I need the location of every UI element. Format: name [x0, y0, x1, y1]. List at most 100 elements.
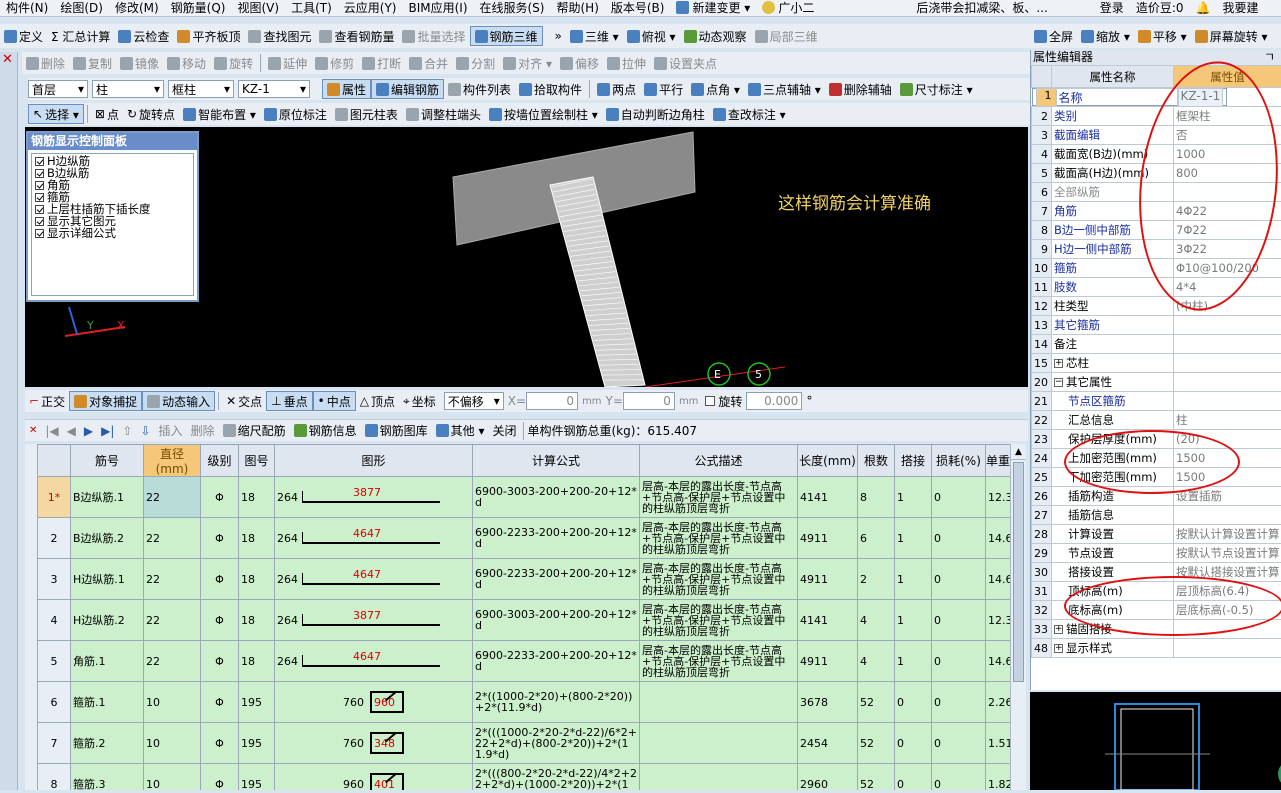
property-row[interactable]: 25下加密范围(mm)1500: [1032, 468, 1281, 487]
define-button[interactable]: 定义: [0, 26, 47, 46]
property-value[interactable]: 按默认搭接设置计算: [1174, 563, 1281, 582]
check-mark-button[interactable]: 查改标注 ▾: [709, 104, 790, 124]
cell-bar-no[interactable]: 箍筋.3: [71, 764, 144, 791]
align-button[interactable]: 对齐 ▾: [499, 53, 556, 73]
col-count[interactable]: 根数: [858, 445, 895, 477]
cell-unit-weight[interactable]: 2.269: [986, 682, 1011, 723]
object-snap-button[interactable]: 对象捕捉: [69, 391, 142, 411]
floor-select[interactable]: 首层▾: [28, 80, 88, 98]
cell-formula-desc[interactable]: 层高-本层的露出长度-节点高+节点高-保护层+节点设置中的柱纵筋顶层弯折: [640, 518, 798, 559]
rotate-point-button[interactable]: ↻旋转点: [123, 104, 179, 124]
view-rebar-qty-button[interactable]: 查看钢筋量: [315, 26, 398, 46]
property-value[interactable]: 层顶标高(6.4): [1174, 582, 1281, 601]
checkbox-detail-formula[interactable]: 显示详细公式: [35, 227, 190, 239]
property-value[interactable]: 4Φ22: [1174, 202, 1281, 221]
cell-bar-no[interactable]: B边纵筋.2: [71, 518, 144, 559]
component-list-button[interactable]: 构件列表: [444, 79, 515, 99]
cell-formula[interactable]: 2*(((800-2*20-2*d-22)/4*2+22+2*d)+(1000-…: [473, 764, 640, 791]
dynamic-orbit-button[interactable]: 动态观察: [680, 26, 751, 46]
delete-axis-button[interactable]: 删除辅轴: [825, 79, 896, 99]
cell-count[interactable]: 4: [858, 600, 895, 641]
cell-diameter[interactable]: 10: [144, 682, 201, 723]
property-row[interactable]: 14备注: [1032, 335, 1281, 354]
property-button[interactable]: 属性: [322, 79, 371, 99]
cell-bar-no[interactable]: 角筋.1: [71, 641, 144, 682]
property-row[interactable]: 8B边一侧中部筋7Φ22: [1032, 221, 1281, 240]
cell-figure-no[interactable]: 195: [239, 682, 275, 723]
property-value[interactable]: [1174, 620, 1281, 639]
cell-diameter[interactable]: 10: [144, 764, 201, 791]
cell-unit-weight[interactable]: 14.63: [986, 641, 1011, 682]
break-button[interactable]: 打断: [358, 53, 405, 73]
property-row[interactable]: 24上加密范围(mm)1500: [1032, 449, 1281, 468]
col-figure-no[interactable]: 图号: [239, 445, 275, 477]
parallel-button[interactable]: 平行: [640, 79, 687, 99]
property-value[interactable]: Φ10@100/200: [1174, 259, 1281, 278]
cell-figure-no[interactable]: 18: [239, 477, 275, 518]
cell-grade[interactable]: Φ: [201, 477, 239, 518]
table-row[interactable]: 7箍筋.210Φ1957603482*(((1000-2*20-2*d-22)/…: [38, 723, 1011, 764]
cell-loss[interactable]: 0: [932, 682, 986, 723]
rotate-input[interactable]: 0.000: [746, 392, 802, 410]
property-value[interactable]: 7Φ22: [1174, 221, 1281, 240]
cell-shape[interactable]: 2644647: [275, 559, 473, 600]
cell-formula[interactable]: 6900-2233-200+200-20+12*d: [473, 518, 640, 559]
property-value[interactable]: [1174, 639, 1281, 658]
cell-count[interactable]: 8: [858, 477, 895, 518]
expand-toggle-icon[interactable]: +: [1054, 359, 1063, 368]
cell-lap[interactable]: 1: [895, 518, 932, 559]
rotate-checkbox[interactable]: [705, 396, 715, 406]
smart-layout-button[interactable]: 智能布置 ▾: [179, 104, 260, 124]
cell-length[interactable]: 2960: [798, 764, 858, 791]
cell-length[interactable]: 3678: [798, 682, 858, 723]
cell-length[interactable]: 4911: [798, 641, 858, 682]
cell-unit-weight[interactable]: 1.826: [986, 764, 1011, 791]
table-row[interactable]: 4H边纵筋.222Φ1826438776900-3003-200+200-20+…: [38, 600, 1011, 641]
dimension-button[interactable]: 尺寸标注 ▾: [896, 79, 977, 99]
cell-bar-no[interactable]: 箍筋.2: [71, 723, 144, 764]
pan-button[interactable]: 平移 ▾: [1134, 26, 1191, 46]
col-grade[interactable]: 级别: [201, 445, 239, 477]
feedback-link[interactable]: 我要建: [1216, 0, 1264, 17]
bell-icon[interactable]: 🔔: [1190, 0, 1217, 17]
cell-grade[interactable]: Φ: [201, 600, 239, 641]
property-value[interactable]: [1174, 392, 1281, 411]
property-value[interactable]: 1500: [1174, 449, 1281, 468]
cell-grade[interactable]: Φ: [201, 764, 239, 791]
auto-corner-column-button[interactable]: 自动判断边角柱: [602, 104, 709, 124]
property-value[interactable]: 设置插筋: [1174, 487, 1281, 506]
cell-grade[interactable]: Φ: [201, 518, 239, 559]
cell-loss[interactable]: 0: [932, 559, 986, 600]
perpendicular-button[interactable]: ⊥垂点: [266, 391, 312, 411]
property-value[interactable]: [1174, 354, 1281, 373]
cell-shape[interactable]: 760348: [275, 723, 473, 764]
property-value[interactable]: 层底标高(-0.5): [1174, 601, 1281, 620]
property-value[interactable]: [1174, 183, 1281, 202]
stretch-button[interactable]: 拉伸: [603, 53, 650, 73]
property-value[interactable]: 1500: [1174, 468, 1281, 487]
cell-count[interactable]: 2: [858, 559, 895, 600]
scale-rebar-button[interactable]: 缩尺配筋: [219, 421, 290, 441]
property-row[interactable]: 20−其它属性: [1032, 373, 1281, 392]
more-tools-button[interactable]: »: [551, 26, 566, 46]
cell-loss[interactable]: 0: [932, 641, 986, 682]
property-row[interactable]: 11肢数4*4: [1032, 278, 1281, 297]
mirror-button[interactable]: 镜像: [116, 53, 163, 73]
expand-toggle-icon[interactable]: −: [1054, 378, 1063, 387]
property-row[interactable]: 26插筋构造设置插筋: [1032, 487, 1281, 506]
cloud-check-button[interactable]: 云检查: [114, 26, 173, 46]
property-row[interactable]: 22汇总信息柱: [1032, 411, 1281, 430]
property-row[interactable]: 21节点区箍筋: [1032, 392, 1281, 411]
cell-formula-desc[interactable]: 层高-本层的露出长度-节点高+节点高-保护层+节点设置中的柱纵筋顶层弯折: [640, 477, 798, 518]
scroll-up-arrow[interactable]: ▲: [1011, 444, 1026, 460]
cell-bar-no[interactable]: H边纵筋.1: [71, 559, 144, 600]
cell-length[interactable]: 4141: [798, 600, 858, 641]
rebar-3d-button[interactable]: 钢筋三维: [470, 26, 543, 46]
cell-formula-desc[interactable]: 层高-本层的露出长度-节点高+节点高-保护层+节点设置中的柱纵筋顶层弯折: [640, 559, 798, 600]
local-3d-button[interactable]: 局部三维: [751, 26, 822, 46]
extend-button[interactable]: 延伸: [264, 53, 311, 73]
cell-bar-no[interactable]: H边纵筋.2: [71, 600, 144, 641]
cell-grade[interactable]: Φ: [201, 682, 239, 723]
property-row[interactable]: 28计算设置按默认计算设置计算: [1032, 525, 1281, 544]
cell-diameter[interactable]: 22: [144, 641, 201, 682]
